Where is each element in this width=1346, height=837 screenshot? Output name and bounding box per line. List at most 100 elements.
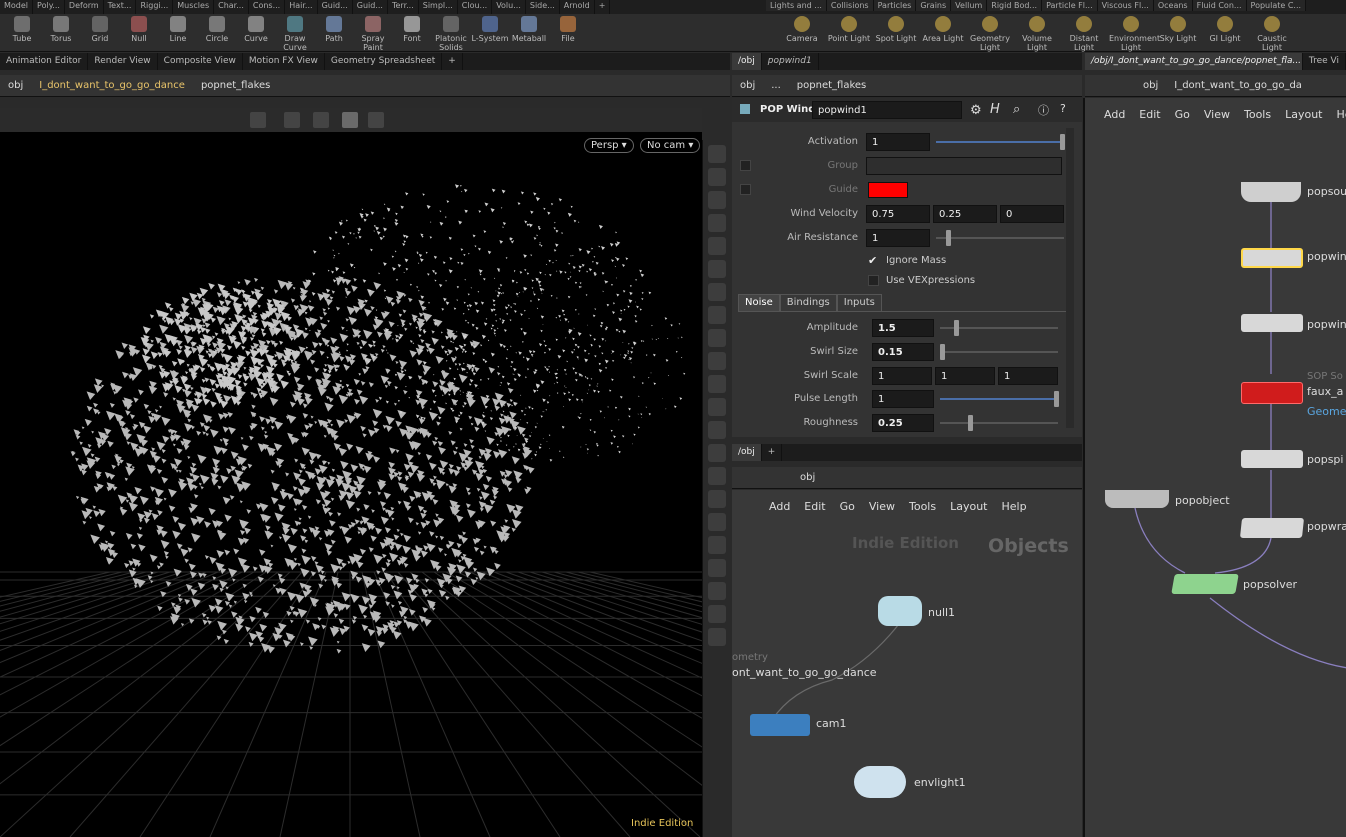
shelf-tab[interactable]: Populate C... — [1246, 0, 1307, 11]
use-vex-checkbox[interactable] — [868, 275, 879, 286]
frame-tool-icon[interactable] — [368, 112, 384, 128]
shelf-tool-platonic-solids[interactable]: Platonic Solids — [429, 16, 473, 52]
bulb-icon[interactable] — [707, 260, 726, 278]
shelf-tool-spray-paint[interactable]: Spray Paint — [351, 16, 395, 52]
path-node[interactable]: popnet_flakes — [193, 80, 278, 91]
amplitude-slider[interactable] — [940, 320, 1058, 336]
knife-icon[interactable] — [707, 398, 726, 416]
envlight-node[interactable] — [854, 766, 906, 798]
network-editor-dop[interactable]: AddEditGoViewToolsLayoutHe popsou popwin… — [1083, 98, 1346, 837]
shelf-tool-area-light[interactable]: Area Light — [921, 16, 965, 43]
tab-popwind[interactable]: popwind1 — [762, 53, 819, 70]
wireframe-icon[interactable] — [707, 168, 726, 186]
shelf-tab[interactable]: Model — [0, 0, 34, 14]
point-icon[interactable] — [707, 352, 726, 370]
shelf-tool-camera[interactable]: Camera — [780, 16, 824, 43]
wind-velocity-x[interactable]: 0.75 — [866, 205, 930, 223]
activation-field[interactable]: 1 — [866, 133, 930, 151]
path-geo[interactable]: I_dont_want_to_go_go_da — [1166, 80, 1310, 91]
shelf-tab[interactable]: Deform — [65, 0, 104, 14]
shelf-tool-path[interactable]: Path — [312, 16, 356, 43]
pulse-length-slider[interactable] — [940, 391, 1059, 407]
popsource-node[interactable] — [1241, 182, 1301, 202]
shelf-tool-caustic-light[interactable]: Caustic Light — [1250, 16, 1294, 52]
shelf-tab[interactable]: Terr... — [388, 0, 419, 14]
info-icon[interactable] — [707, 582, 726, 600]
swirl-scale-y[interactable]: 1 — [935, 367, 995, 385]
shelf-tab[interactable]: Vellum — [951, 0, 988, 11]
ghost-icon[interactable] — [707, 559, 726, 577]
camera-menu[interactable]: No cam ▾ — [640, 138, 701, 153]
network-editor-objects[interactable]: Add Edit Go View Tools Layout Help Indie Editi… — [732, 490, 1082, 837]
path-obj[interactable]: obj — [792, 472, 823, 483]
shelf-tab[interactable]: Guid... — [353, 0, 388, 14]
lock-icon[interactable] — [707, 191, 726, 209]
brush-icon[interactable] — [707, 375, 726, 393]
shelf-tab[interactable]: Simpl... — [419, 0, 458, 14]
pulse-length-field[interactable]: 1 — [872, 390, 934, 408]
image-icon[interactable] — [707, 536, 726, 554]
add-tab-button[interactable]: + — [762, 444, 783, 461]
info-icon[interactable]: ⓘ — [1038, 102, 1049, 118]
shelf-tool-null[interactable]: Null — [117, 16, 161, 43]
viewer-tab[interactable]: Render View — [88, 53, 158, 70]
shelf-tool-torus[interactable]: Torus — [39, 16, 83, 43]
activation-slider[interactable] — [936, 134, 1065, 150]
popwrangle-node[interactable] — [1239, 518, 1305, 538]
shelf-tool-font[interactable]: Font — [390, 16, 434, 43]
popsolver-node[interactable] — [1171, 574, 1239, 594]
wind-velocity-z[interactable]: 0 — [1000, 205, 1064, 223]
lasso-icon[interactable] — [707, 329, 726, 347]
text-icon[interactable] — [707, 513, 726, 531]
group-field[interactable] — [866, 157, 1062, 175]
wind-velocity-y[interactable]: 0.25 — [933, 205, 997, 223]
shelf-tool-sky-light[interactable]: Sky Light — [1156, 16, 1200, 43]
shelf-tool-line[interactable]: Line — [156, 16, 200, 43]
shelf-tab[interactable]: Char... — [214, 0, 249, 14]
shelf-tool-volume-light[interactable]: Volume Light — [1015, 16, 1059, 52]
tab-tree-view[interactable]: Tree Vi — [1303, 53, 1346, 70]
popwind1-node[interactable] — [1241, 248, 1303, 268]
null-node[interactable] — [878, 596, 922, 626]
sopsolver-node[interactable] — [1241, 382, 1303, 404]
light-icon[interactable] — [707, 237, 726, 255]
swirl-scale-z[interactable]: 1 — [998, 367, 1058, 385]
shelf-tab[interactable]: Cons... — [249, 0, 286, 14]
grid-icon[interactable] — [707, 444, 726, 462]
path-obj[interactable]: obj — [1135, 80, 1166, 91]
air-resistance-field[interactable]: 1 — [866, 229, 930, 247]
shelf-tab[interactable]: Clou... — [458, 0, 493, 14]
move-tool-icon[interactable] — [284, 112, 300, 128]
shelf-tool-geometry-light[interactable]: Geometry Light — [968, 16, 1012, 52]
tab-obj[interactable]: /obj — [732, 444, 762, 461]
param-subtab-inputs[interactable]: Inputs — [836, 294, 882, 311]
amplitude-field[interactable]: 1.5 — [872, 319, 934, 337]
view-tool-icon[interactable] — [342, 112, 358, 128]
screen-icon[interactable] — [707, 628, 726, 646]
popspin-node[interactable] — [1241, 450, 1303, 468]
viewer-tab[interactable]: Geometry Spreadsheet — [325, 53, 443, 70]
popobject-node[interactable] — [1105, 490, 1169, 508]
shelf-tab[interactable]: Oceans — [1153, 0, 1193, 11]
path-obj[interactable]: obj — [0, 80, 31, 91]
tab-popnet-path[interactable]: /obj/I_dont_want_to_go_go_dance/popnet_f… — [1085, 53, 1303, 70]
guide-toggle[interactable] — [740, 184, 751, 195]
shelf-tool-l-system[interactable]: L-System — [468, 16, 512, 43]
geometry-link[interactable]: Geomet — [1307, 405, 1346, 418]
shelf-tool-environment-light[interactable]: Environment Light — [1109, 16, 1160, 52]
group-toggle[interactable] — [740, 160, 751, 171]
shelf-tab[interactable]: Arnold — [560, 0, 595, 14]
shelf-tab[interactable]: Hair... — [285, 0, 318, 14]
viewer-tab[interactable]: Motion FX View — [243, 53, 325, 70]
param-scrollbar[interactable] — [1066, 128, 1074, 428]
shelf-tab[interactable]: Muscles — [173, 0, 215, 14]
shelf-tool-curve[interactable]: Curve — [234, 16, 278, 43]
shelf-tab[interactable]: Fluid Con... — [1192, 0, 1247, 11]
shelf-tool-gi-light[interactable]: GI Light — [1203, 16, 1247, 43]
viewer-tab[interactable]: Composite View — [158, 53, 243, 70]
shelf-tab[interactable]: Text... — [104, 0, 137, 14]
path-node[interactable]: popnet_flakes — [789, 80, 874, 91]
help-icon[interactable]: ? — [1060, 102, 1066, 115]
param-subtab-bindings[interactable]: Bindings — [779, 294, 837, 311]
shelf-tab[interactable]: Particle Fl... — [1042, 0, 1098, 11]
